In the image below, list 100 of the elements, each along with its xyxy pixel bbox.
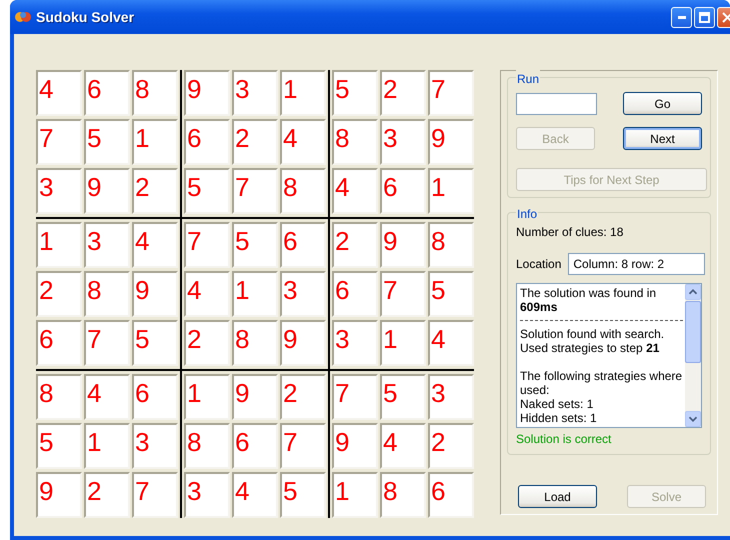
scroll-up-icon[interactable] <box>685 284 701 300</box>
next-button[interactable]: Next <box>623 127 702 150</box>
go-button[interactable]: Go <box>623 92 702 115</box>
sudoku-cell[interactable]: 6 <box>332 271 378 317</box>
sudoku-cell[interactable]: 5 <box>380 374 426 420</box>
sudoku-cell[interactable]: 1 <box>36 222 82 268</box>
sudoku-cell[interactable]: 8 <box>232 320 278 366</box>
sudoku-cell[interactable]: 7 <box>132 472 178 518</box>
sudoku-cell[interactable]: 9 <box>380 222 426 268</box>
sudoku-cell[interactable]: 2 <box>280 374 326 420</box>
sudoku-cell[interactable]: 7 <box>332 374 378 420</box>
clues-count: Number of clues: 18 <box>516 224 624 241</box>
sudoku-cell[interactable]: 2 <box>184 320 230 366</box>
minimize-button[interactable] <box>671 6 692 28</box>
sudoku-cell[interactable]: 6 <box>280 222 326 268</box>
sudoku-cell[interactable]: 9 <box>36 472 82 518</box>
sudoku-cell[interactable]: 7 <box>280 423 326 469</box>
maximize-button[interactable] <box>694 6 715 28</box>
sudoku-cell[interactable]: 8 <box>132 70 178 116</box>
sudoku-cell[interactable]: 5 <box>280 472 326 518</box>
sudoku-cell[interactable]: 8 <box>280 168 326 214</box>
sudoku-cell[interactable]: 2 <box>428 423 474 469</box>
log-box[interactable]: The solution was found in 609ms Solution found with search. Used strategies to step 21 The following strategies where used: Naked sets: 1 Hidden sets: 1 <box>516 283 702 428</box>
sudoku-cell[interactable]: 1 <box>232 271 278 317</box>
sudoku-cell[interactable]: 6 <box>232 423 278 469</box>
sudoku-cell[interactable]: 3 <box>232 70 278 116</box>
sudoku-cell[interactable]: 5 <box>428 271 474 317</box>
scroll-down-icon[interactable] <box>685 411 701 427</box>
load-button[interactable]: Load <box>518 485 597 508</box>
sudoku-cell[interactable]: 2 <box>84 472 130 518</box>
sudoku-cell[interactable]: 4 <box>332 168 378 214</box>
sudoku-cell[interactable]: 4 <box>380 423 426 469</box>
sudoku-cell[interactable]: 6 <box>36 320 82 366</box>
sudoku-cell[interactable]: 3 <box>132 423 178 469</box>
sudoku-cell[interactable]: 4 <box>232 472 278 518</box>
sudoku-cell[interactable]: 8 <box>380 472 426 518</box>
sudoku-cell[interactable]: 7 <box>380 271 426 317</box>
sudoku-cell[interactable]: 1 <box>428 168 474 214</box>
sudoku-cell[interactable]: 4 <box>428 320 474 366</box>
sudoku-cell[interactable]: 5 <box>36 423 82 469</box>
sudoku-cell[interactable]: 9 <box>428 119 474 165</box>
sudoku-cell[interactable]: 3 <box>332 320 378 366</box>
sudoku-cell[interactable]: 9 <box>280 320 326 366</box>
sudoku-cell[interactable]: 1 <box>132 119 178 165</box>
scrollbar-thumb[interactable] <box>685 301 701 363</box>
sudoku-cell[interactable]: 6 <box>428 472 474 518</box>
sudoku-cell[interactable]: 1 <box>332 472 378 518</box>
sudoku-cell[interactable]: 9 <box>184 70 230 116</box>
app-icon <box>14 10 32 24</box>
sudoku-cell[interactable]: 5 <box>84 119 130 165</box>
sudoku-cell[interactable]: 6 <box>380 168 426 214</box>
sudoku-cell[interactable]: 3 <box>84 222 130 268</box>
sudoku-cell[interactable]: 1 <box>184 374 230 420</box>
sudoku-cell[interactable]: 9 <box>84 168 130 214</box>
sudoku-cell[interactable]: 3 <box>184 472 230 518</box>
sudoku-cell[interactable]: 6 <box>132 374 178 420</box>
sudoku-cell[interactable]: 4 <box>132 222 178 268</box>
sudoku-cell[interactable]: 1 <box>280 70 326 116</box>
sudoku-cell[interactable]: 2 <box>380 70 426 116</box>
sudoku-cell[interactable]: 8 <box>84 271 130 317</box>
sudoku-cell[interactable]: 2 <box>36 271 82 317</box>
sudoku-cell[interactable]: 6 <box>184 119 230 165</box>
sudoku-cell[interactable]: 5 <box>232 222 278 268</box>
sudoku-cell[interactable]: 7 <box>428 70 474 116</box>
sudoku-cell[interactable]: 3 <box>380 119 426 165</box>
sudoku-cell[interactable]: 3 <box>428 374 474 420</box>
sudoku-cell[interactable]: 8 <box>36 374 82 420</box>
sudoku-cell[interactable]: 7 <box>36 119 82 165</box>
sudoku-cell[interactable]: 1 <box>380 320 426 366</box>
sudoku-cell[interactable]: 9 <box>132 271 178 317</box>
sudoku-cell[interactable]: 5 <box>332 70 378 116</box>
log-text: The solution was found in 609ms <box>520 286 658 314</box>
sudoku-cell[interactable]: 1 <box>84 423 130 469</box>
location-field[interactable]: Column: 8 row: 2 <box>568 253 706 275</box>
close-icon <box>722 12 730 22</box>
sudoku-cell[interactable]: 8 <box>428 222 474 268</box>
sudoku-cell[interactable]: 2 <box>332 222 378 268</box>
input-field[interactable] <box>516 92 597 114</box>
sudoku-cell[interactable]: 5 <box>132 320 178 366</box>
sudoku-cell[interactable]: 7 <box>84 320 130 366</box>
sudoku-cell[interactable]: 6 <box>84 70 130 116</box>
sudoku-cell[interactable]: 2 <box>232 119 278 165</box>
sudoku-cell[interactable]: 7 <box>184 222 230 268</box>
scrollbar[interactable] <box>685 284 701 427</box>
sudoku-cell[interactable]: 4 <box>84 374 130 420</box>
sudoku-cell[interactable]: 5 <box>184 168 230 214</box>
sudoku-cell[interactable]: 2 <box>132 168 178 214</box>
log-text: Solution found with search. Used strategies to step 21 <box>520 327 666 355</box>
sudoku-cell[interactable]: 4 <box>36 70 82 116</box>
sudoku-cell[interactable]: 3 <box>36 168 82 214</box>
sudoku-cell[interactable]: 8 <box>332 119 378 165</box>
sudoku-cell[interactable]: 4 <box>184 271 230 317</box>
sudoku-cell[interactable]: 4 <box>280 119 326 165</box>
sudoku-cell[interactable]: 9 <box>332 423 378 469</box>
sudoku-cell[interactable]: 8 <box>184 423 230 469</box>
sudoku-cell[interactable]: 3 <box>280 271 326 317</box>
window-title: Sudoku Solver <box>36 8 134 26</box>
sudoku-cell[interactable]: 7 <box>232 168 278 214</box>
sudoku-cell[interactable]: 9 <box>232 374 278 420</box>
minimize-icon <box>678 16 686 18</box>
